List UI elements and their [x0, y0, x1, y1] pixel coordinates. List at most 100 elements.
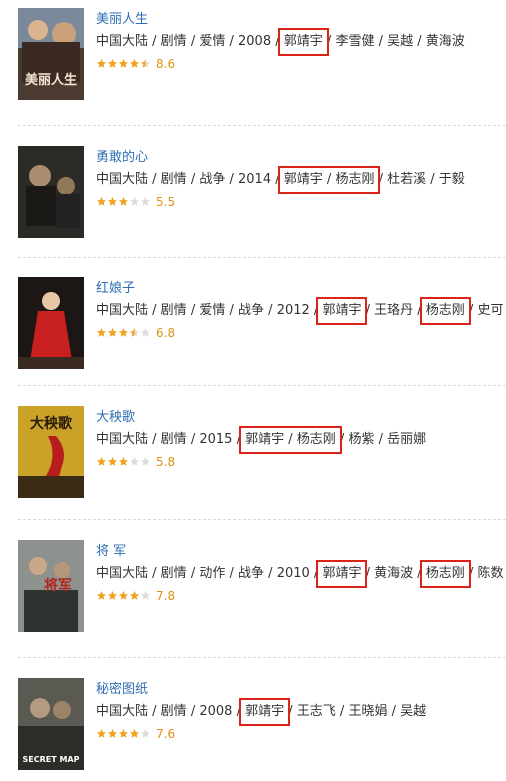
meta-separator: / [264, 303, 277, 318]
film-poster[interactable] [18, 277, 84, 369]
film-rating: 5.5 [96, 195, 506, 210]
meta-part: 郭靖宇 [245, 432, 285, 447]
meta-part: 杨志刚 [296, 432, 336, 447]
meta-separator: / [186, 172, 200, 187]
meta-part: 中国大陆 [96, 566, 149, 581]
meta-part: 郭靖宇 [322, 566, 362, 581]
meta-part: 黄海波 [374, 566, 414, 581]
meta-separator: / [361, 303, 375, 318]
film-title-link[interactable]: 红娘子 [96, 281, 506, 297]
meta-part: 战争 [199, 172, 226, 187]
meta-separator: / [464, 303, 478, 318]
meta-part: 爱情 [199, 34, 226, 49]
meta-separator: / [225, 172, 239, 187]
meta-separator: / [374, 34, 388, 49]
film-item: SECRET MAP 秘密图纸 中国大陆 / 剧情 / 2008 / 郭靖宇 / 王… [0, 678, 506, 778]
svg-text:将军: 将军 [44, 577, 72, 594]
list-divider [18, 125, 506, 126]
meta-part: 于毅 [438, 172, 465, 187]
meta-part: 李雪健 [335, 34, 375, 49]
rating-score: 8.6 [156, 57, 176, 71]
meta-part: 杨紫 [348, 432, 375, 447]
star-icon [129, 327, 140, 337]
meta-part: 剧情 [160, 566, 187, 581]
star-icon [129, 196, 140, 206]
star-icon [118, 196, 129, 206]
meta-part: 中国大陆 [96, 432, 149, 447]
film-item: 美丽人生 美丽人生 中国大陆 / 剧情 / 爱情 / 2008 / 郭靖宇 / 李雪… [0, 8, 506, 108]
meta-separator: / [186, 303, 200, 318]
meta-part: 2010 [276, 566, 310, 581]
star-rating-icon [96, 728, 151, 742]
meta-part: 2008 [199, 704, 233, 719]
meta-separator: / [374, 432, 388, 447]
meta-separator: / [148, 566, 161, 581]
meta-part: 王珞丹 [374, 303, 414, 318]
meta-separator: / [335, 704, 349, 719]
star-icon [140, 196, 151, 206]
meta-separator: / [232, 704, 246, 719]
rating-score: 6.8 [156, 326, 176, 340]
meta-separator: / [186, 432, 200, 447]
meta-separator: / [271, 34, 284, 49]
meta-separator: / [148, 432, 161, 447]
meta-part: 郭靖宇 [283, 34, 323, 49]
film-title-link[interactable]: 勇敢的心 [96, 150, 506, 166]
star-icon [96, 196, 107, 206]
film-poster[interactable]: 将军 [18, 540, 84, 632]
film-poster[interactable] [18, 146, 84, 238]
star-icon [107, 327, 118, 337]
meta-separator: / [148, 704, 161, 719]
meta-separator: / [186, 34, 200, 49]
film-rating: 7.8 [96, 589, 506, 604]
meta-part: 杨志刚 [335, 172, 375, 187]
film-title-link[interactable]: 秘密图纸 [96, 682, 506, 698]
meta-part: 杨志刚 [425, 303, 465, 318]
film-poster[interactable]: 大秧歌 [18, 406, 84, 498]
star-icon [140, 58, 151, 68]
meta-separator: / [464, 566, 478, 581]
meta-part: 郭靖宇 [283, 172, 323, 187]
meta-part: 王志飞 [296, 704, 336, 719]
film-title-link[interactable]: 将 军 [96, 544, 506, 560]
meta-part: 杨志刚 [425, 566, 465, 581]
svg-text:SECRET MAP: SECRET MAP [23, 755, 80, 764]
meta-separator: / [284, 432, 297, 447]
star-rating-icon [96, 590, 151, 604]
film-poster[interactable]: 美丽人生 [18, 8, 84, 100]
meta-part: 陈数 [477, 566, 504, 581]
star-icon [140, 456, 151, 466]
meta-part: 史可 [477, 303, 504, 318]
svg-text:美丽人生: 美丽人生 [25, 72, 77, 88]
film-poster[interactable]: SECRET MAP [18, 678, 84, 770]
meta-part: 剧情 [160, 432, 187, 447]
meta-part: 杜若溪 [387, 172, 427, 187]
meta-separator: / [309, 303, 323, 318]
film-title-link[interactable]: 美丽人生 [96, 12, 506, 28]
meta-part: 动作 [199, 566, 226, 581]
star-icon [107, 58, 118, 68]
list-divider [18, 657, 506, 658]
svg-text:大秧歌: 大秧歌 [30, 415, 73, 432]
film-item: 将军 将 军中国大陆 / 剧情 / 动作 / 战争 / 2010 / 郭靖宇 / … [0, 540, 506, 640]
star-icon [129, 456, 140, 466]
star-icon [96, 327, 107, 337]
film-item: 大秧歌 大秧歌 中国大陆 / 剧情 / 2015 / 郭靖宇 / 杨志刚 / 杨紫 … [0, 406, 506, 506]
meta-separator: / [232, 432, 246, 447]
meta-part: 剧情 [160, 34, 187, 49]
star-icon [96, 58, 107, 68]
list-divider [18, 385, 506, 386]
star-icon [96, 456, 107, 466]
film-meta: 中国大陆 / 剧情 / 爱情 / 2008 / 郭靖宇 / 李雪健 / 吴越 /… [96, 28, 506, 56]
meta-separator: / [148, 172, 161, 187]
meta-separator: / [322, 34, 336, 49]
film-meta: 中国大陆 / 剧情 / 爱情 / 战争 / 2012 / 郭靖宇 / 王珞丹 /… [96, 297, 506, 325]
meta-separator: / [186, 566, 200, 581]
meta-part: 中国大陆 [96, 704, 149, 719]
star-icon [129, 590, 140, 600]
meta-separator: / [271, 172, 284, 187]
meta-separator: / [413, 34, 426, 49]
film-title-link[interactable]: 大秧歌 [96, 410, 506, 426]
meta-separator: / [309, 566, 323, 581]
meta-part: 吴越 [387, 34, 414, 49]
